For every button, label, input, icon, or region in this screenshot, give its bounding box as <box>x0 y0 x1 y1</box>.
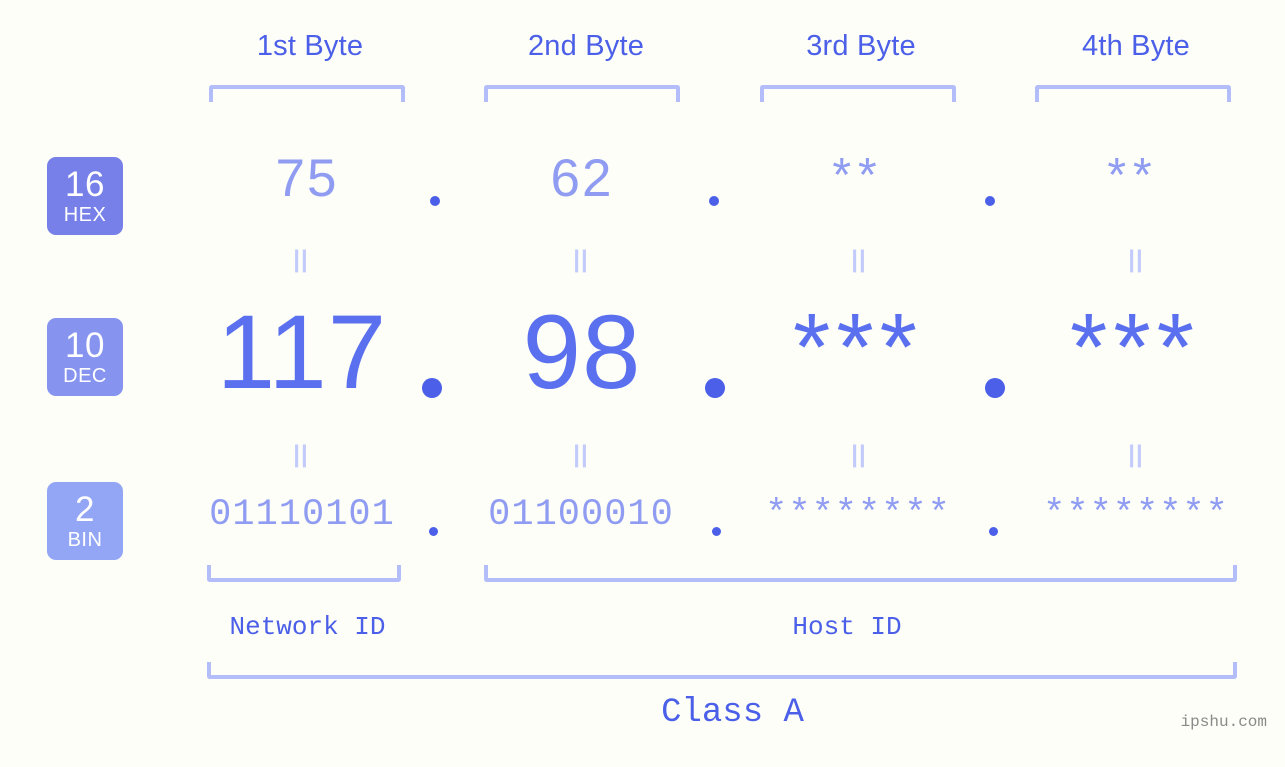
dec-octet-4: *** <box>1069 294 1201 401</box>
bin-octet-4: ******** <box>1043 494 1229 536</box>
hex-dot-1 <box>430 196 440 206</box>
dec-octet-1: 117 <box>216 294 388 411</box>
dec-octet-2: 98 <box>522 294 642 411</box>
bin-dot-1 <box>429 527 438 536</box>
hex-octet-4: ** <box>1107 149 1159 202</box>
byte-header-2: 2nd Byte <box>527 30 645 62</box>
bin-octet-3: ******** <box>765 494 951 536</box>
bin-dot-3 <box>989 527 998 536</box>
dec-dot-2 <box>705 378 725 398</box>
host-id-bracket <box>484 565 1237 582</box>
hex-octet-3: ** <box>832 149 884 202</box>
hex-dot-2 <box>709 196 719 206</box>
watermark: ipshu.com <box>1180 713 1267 731</box>
class-bracket <box>207 662 1237 679</box>
ip-address-breakdown-diagram: 1st Byte 2nd Byte 3rd Byte 4th Byte 16 H… <box>0 0 1285 767</box>
equals-mark-hex-dec-2: || <box>573 246 589 273</box>
equals-mark-dec-bin-1: || <box>293 441 309 468</box>
network-id-bracket <box>207 565 401 582</box>
byte-header-1: 1st Byte <box>256 30 364 62</box>
hex-dot-3 <box>985 196 995 206</box>
dec-dot-1 <box>422 378 442 398</box>
radix-badge-hex-abbr: HEX <box>63 204 107 226</box>
bin-octet-1: 01110101 <box>209 494 395 536</box>
network-id-label: Network ID <box>229 612 386 642</box>
byte-bracket-top-2 <box>484 85 680 102</box>
dec-octet-3: *** <box>792 294 924 401</box>
equals-mark-hex-dec-4: || <box>1128 246 1144 273</box>
radix-badge-hex-number: 16 <box>65 165 105 204</box>
radix-badge-bin-number: 2 <box>75 490 95 529</box>
radix-badge-bin-abbr: BIN <box>67 529 103 551</box>
equals-mark-hex-dec-3: || <box>851 246 867 273</box>
byte-header-3: 3rd Byte <box>806 30 916 62</box>
radix-badge-dec-abbr: DEC <box>63 365 107 387</box>
radix-badge-dec: 10 DEC <box>47 318 123 396</box>
hex-octet-1: 75 <box>275 149 339 208</box>
equals-mark-dec-bin-4: || <box>1128 441 1144 468</box>
bin-octet-2: 01100010 <box>488 494 674 536</box>
bin-dot-2 <box>712 527 721 536</box>
equals-mark-hex-dec-1: || <box>293 246 309 273</box>
byte-bracket-top-4 <box>1035 85 1231 102</box>
equals-mark-dec-bin-2: || <box>573 441 589 468</box>
class-label: Class A <box>661 694 804 732</box>
byte-bracket-top-3 <box>760 85 956 102</box>
radix-badge-dec-number: 10 <box>65 326 105 365</box>
radix-badge-bin: 2 BIN <box>47 482 123 560</box>
equals-mark-dec-bin-3: || <box>851 441 867 468</box>
host-id-label: Host ID <box>792 612 902 642</box>
byte-header-4: 4th Byte <box>1082 30 1190 62</box>
byte-bracket-top-1 <box>209 85 405 102</box>
hex-octet-2: 62 <box>550 149 614 208</box>
dec-dot-3 <box>985 378 1005 398</box>
radix-badge-hex: 16 HEX <box>47 157 123 235</box>
